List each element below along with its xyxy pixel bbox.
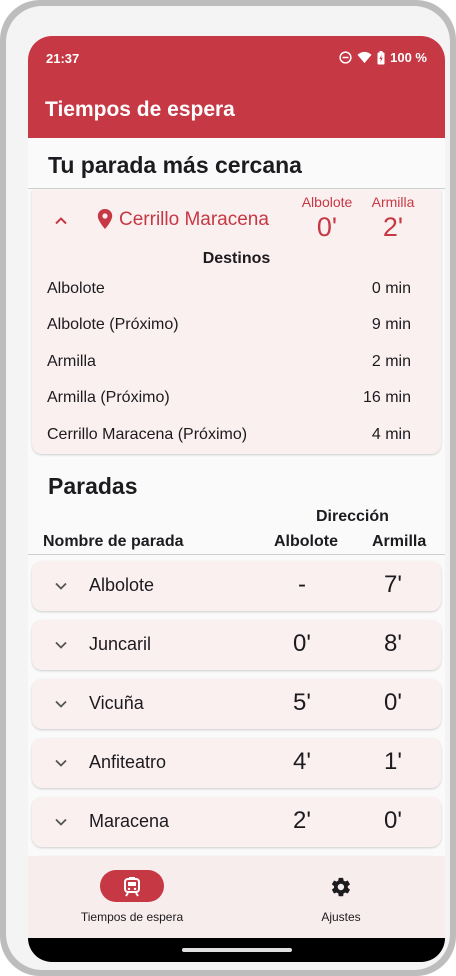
device-frame: 21:37 100 % Tiempos de espera Tu parada … xyxy=(0,0,456,976)
gesture-navigation-area xyxy=(28,938,445,962)
destination-name: Armilla xyxy=(47,353,96,370)
stop-time-armilla: 0' xyxy=(384,689,402,716)
destination-time: 4 min xyxy=(371,426,411,443)
nav-item-settings[interactable]: Ajustes xyxy=(237,856,445,938)
app-bar: Tiempos de espera xyxy=(28,80,445,138)
stop-time-albolote: 0' xyxy=(293,630,311,657)
stop-name: Juncaril xyxy=(89,634,152,654)
stop-time-armilla: 1' xyxy=(384,748,402,775)
device-bezel: 21:37 100 % Tiempos de espera Tu parada … xyxy=(6,6,450,970)
nav-item-wait-times[interactable]: Tiempos de espera xyxy=(28,856,236,938)
stop-name: Anfiteatro xyxy=(89,752,167,772)
status-icons: 100 % xyxy=(339,50,427,65)
wifi-icon xyxy=(357,51,372,64)
stop-row-albolote[interactable]: Albolote - 7' xyxy=(32,561,441,611)
destination-name: Albolote xyxy=(47,280,105,297)
battery-level: 100 % xyxy=(390,50,427,65)
destinations-title: Destinos xyxy=(202,250,271,267)
column-armilla: Armilla xyxy=(372,533,427,550)
nearest-section-title: Tu parada más cercana xyxy=(48,152,302,178)
destination-name: Albolote (Próximo) xyxy=(47,316,179,333)
stops-section-title: Paradas xyxy=(48,473,138,499)
stop-row-anfiteatro[interactable]: Anfiteatro 4' 1' xyxy=(32,738,441,788)
stop-time-albolote: 5' xyxy=(293,689,311,716)
stop-time-armilla: 8' xyxy=(384,630,402,657)
destination-row: Armilla (Próximo) 16 min xyxy=(47,389,411,413)
stop-time-albolote: 2' xyxy=(293,807,311,834)
nearest-stop-name: Cerrillo Maracena xyxy=(119,209,269,230)
chevron-down-icon[interactable] xyxy=(52,695,70,713)
destination-time: 16 min xyxy=(362,389,411,406)
stop-row-maracena[interactable]: Maracena 2' 0' xyxy=(32,797,441,847)
stop-row-juncaril[interactable]: Juncaril 0' 8' xyxy=(32,620,441,670)
nav-label: Ajustes xyxy=(321,910,361,924)
gesture-handle[interactable] xyxy=(182,948,292,952)
status-bar: 21:37 100 % xyxy=(28,36,445,80)
nearest-direction-time: 0' xyxy=(316,212,338,242)
status-time: 21:37 xyxy=(46,51,80,66)
stop-name: Albolote xyxy=(89,575,155,595)
destination-row: Albolote (Próximo) 9 min xyxy=(47,316,411,340)
nearest-direction-label: Armilla xyxy=(371,194,415,210)
destination-time: 0 min xyxy=(371,280,411,297)
nearest-stop-card[interactable]: Cerrillo Maracena Albolote 0' Armilla 2'… xyxy=(32,190,441,454)
nav-label: Tiempos de espera xyxy=(80,910,184,924)
do-not-disturb-icon xyxy=(339,51,352,64)
chevron-up-icon[interactable] xyxy=(52,212,70,230)
chevron-down-icon[interactable] xyxy=(52,813,70,831)
bottom-navigation: Tiempos de espera Ajustes xyxy=(28,856,445,938)
nearest-direction-time: 2' xyxy=(382,212,404,242)
column-albolote: Albolote xyxy=(274,533,338,550)
battery-icon xyxy=(377,50,385,64)
screen: 21:37 100 % Tiempos de espera Tu parada … xyxy=(28,36,445,962)
divider xyxy=(28,188,445,189)
tram-icon xyxy=(124,877,140,897)
stop-time-albolote: 4' xyxy=(293,748,311,775)
divider xyxy=(28,554,445,555)
destination-row: Armilla 2 min xyxy=(47,353,411,377)
direction-header: Dirección xyxy=(316,508,389,525)
destination-name: Armilla (Próximo) xyxy=(47,389,170,406)
column-stop-name: Nombre de parada xyxy=(43,533,184,550)
main-content[interactable]: Tu parada más cercana Cerrillo Maracena … xyxy=(28,138,445,906)
gear-icon xyxy=(331,877,350,897)
stop-name: Maracena xyxy=(89,811,170,831)
stop-time-armilla: 7' xyxy=(384,571,402,598)
destination-time: 9 min xyxy=(371,316,411,333)
nearest-direction-label: Albolote xyxy=(301,194,353,210)
stop-time-armilla: 0' xyxy=(384,807,402,834)
chevron-down-icon[interactable] xyxy=(52,636,70,654)
chevron-down-icon[interactable] xyxy=(52,754,70,772)
stop-time-albolote: - xyxy=(298,571,306,598)
stop-name: Vicuña xyxy=(89,693,144,713)
destination-name: Cerrillo Maracena (Próximo) xyxy=(47,426,248,443)
location-pin-icon xyxy=(97,209,113,229)
app-title: Tiempos de espera xyxy=(45,98,235,121)
destination-row: Cerrillo Maracena (Próximo) 4 min xyxy=(47,426,411,450)
destination-time: 2 min xyxy=(371,353,411,370)
chevron-down-icon[interactable] xyxy=(52,577,70,595)
stop-row-vicuna[interactable]: Vicuña 5' 0' xyxy=(32,679,441,729)
destination-row: Albolote 0 min xyxy=(47,280,411,304)
